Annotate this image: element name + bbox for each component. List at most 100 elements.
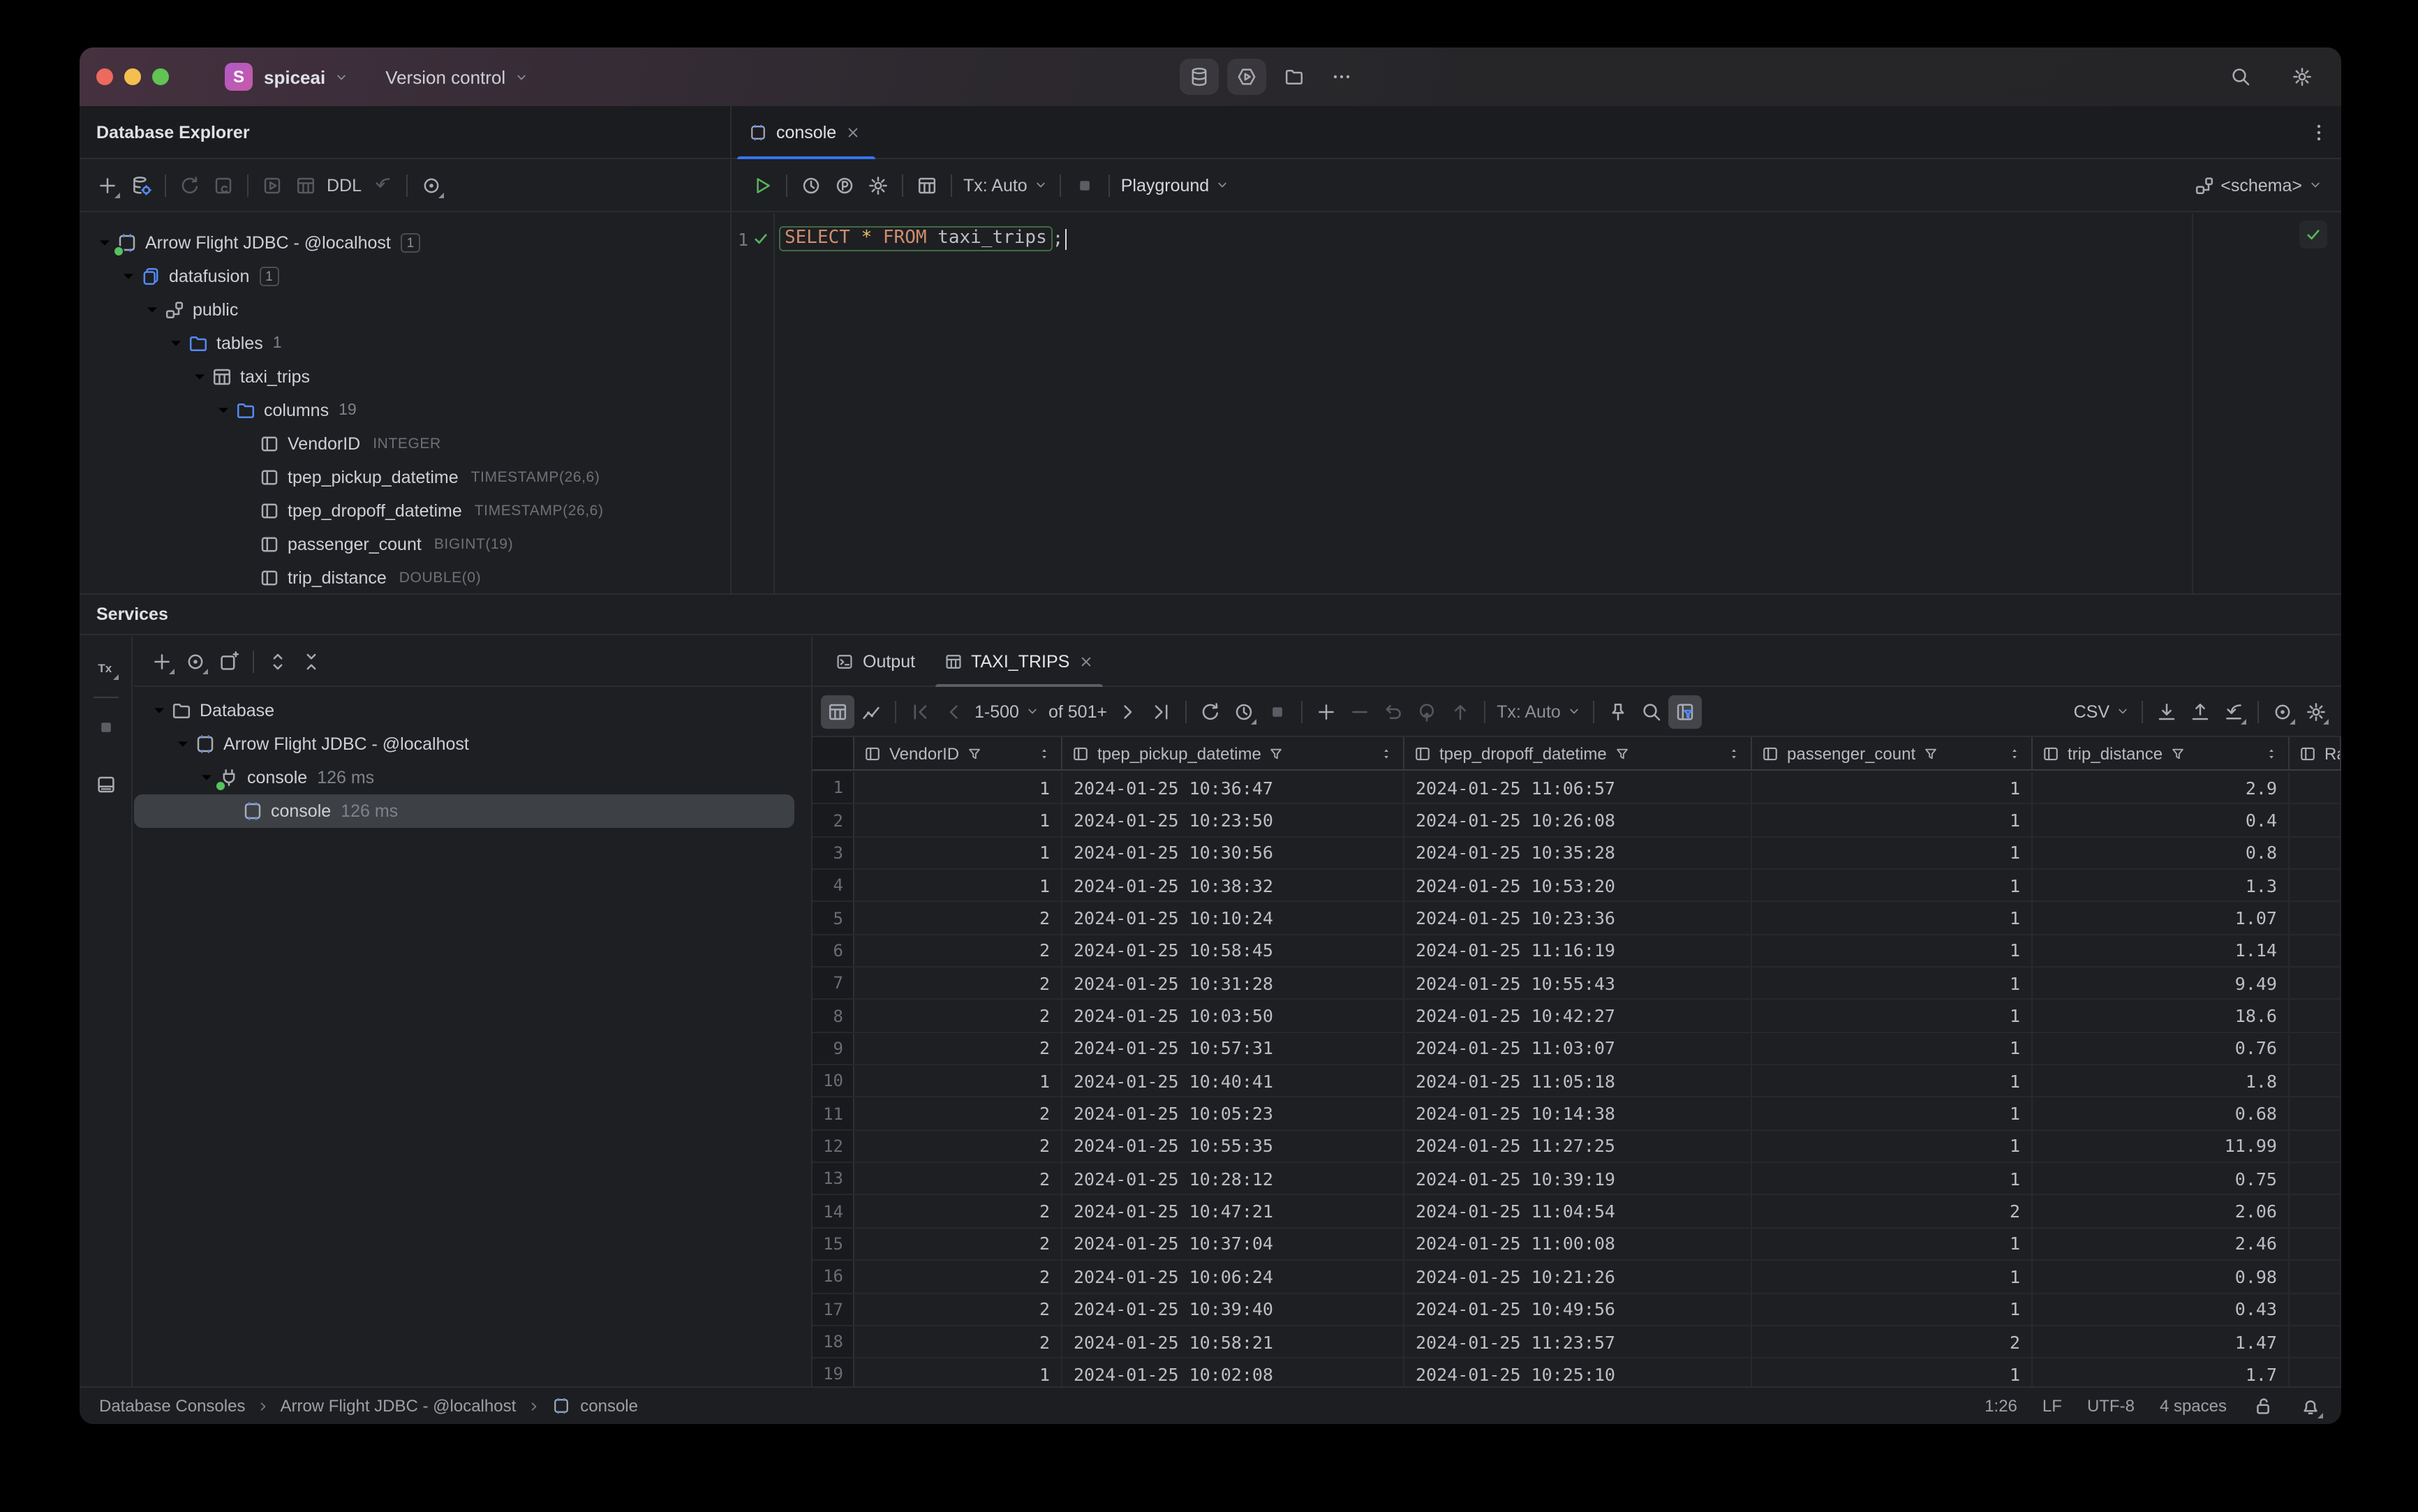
row-number[interactable]: 13 (813, 1163, 854, 1194)
grid-cell[interactable]: 2 (854, 1326, 1062, 1358)
grid-cell[interactable]: 1 (854, 1358, 1062, 1386)
tree-item-database[interactable]: Database (134, 694, 811, 727)
schema-select[interactable]: <schema> (2188, 168, 2327, 202)
tree-item-taxi-trips[interactable]: taxi_trips (80, 360, 730, 394)
bell-icon[interactable] (2299, 1395, 2323, 1418)
page-size-select[interactable]: 1-500 (970, 695, 1044, 728)
line-ending-widget[interactable]: LF (2042, 1396, 2062, 1416)
grid-cell[interactable] (2290, 1294, 2341, 1325)
grid-cell[interactable] (2290, 902, 2341, 934)
revert-button[interactable] (1377, 695, 1410, 728)
grid-cell[interactable]: 11.99 (2033, 1130, 2290, 1162)
grid-cell[interactable]: 2 (854, 968, 1062, 999)
tree-item-console[interactable]: console 126 ms (134, 794, 794, 828)
grid-cell[interactable] (2290, 1358, 2341, 1386)
auto-refresh-button[interactable] (1227, 695, 1261, 728)
tree-item-tables[interactable]: tables 1 (80, 327, 730, 360)
column-header-rate[interactable]: Rate (2290, 737, 2341, 769)
tree-item-vendorid[interactable]: VendorID INTEGER (80, 427, 730, 461)
grid-cell[interactable]: 1.14 (2033, 935, 2290, 967)
row-number[interactable]: 17 (813, 1294, 854, 1325)
find-in-grid-button[interactable] (1635, 695, 1668, 728)
tree-item-datafusion[interactable]: datafusion 1 (80, 260, 730, 293)
grid-cell[interactable]: 2024-01-25 10:05:23 (1062, 1097, 1404, 1129)
grid-cell[interactable]: 2024-01-25 10:30:56 (1062, 837, 1404, 869)
grid-cell[interactable]: 0.43 (2033, 1294, 2290, 1325)
grid-cell[interactable]: 2024-01-25 10:36:47 (1062, 772, 1404, 803)
grid-cell[interactable] (2290, 1032, 2341, 1065)
row-number[interactable]: 15 (813, 1228, 854, 1260)
close-icon[interactable] (1078, 653, 1095, 669)
export-format-select[interactable]: CSV (2070, 695, 2135, 728)
grid-cell[interactable]: 2 (1752, 1326, 2033, 1358)
grid-cell[interactable]: 2024-01-25 11:03:07 (1404, 1032, 1752, 1065)
grid-cell[interactable] (2290, 772, 2341, 803)
chevron-down-icon[interactable] (188, 366, 211, 388)
row-number[interactable]: 3 (813, 837, 854, 869)
grid-view-button[interactable] (821, 695, 854, 728)
reload-data-button[interactable] (1194, 695, 1227, 728)
grid-cell[interactable]: 1 (854, 1065, 1062, 1097)
row-number[interactable]: 16 (813, 1261, 854, 1292)
sortud-icon[interactable] (1036, 745, 1053, 762)
sortud-icon[interactable] (2263, 745, 2280, 762)
grid-cell[interactable] (2290, 1261, 2341, 1292)
grid-cell[interactable]: 1 (1752, 1294, 2033, 1325)
grid-cell[interactable]: 0.98 (2033, 1261, 2290, 1292)
row-number[interactable]: 18 (813, 1326, 854, 1358)
grid-cell[interactable]: 1 (1752, 870, 2033, 901)
row-number[interactable]: 11 (813, 1097, 854, 1129)
tree-item-trip-distance[interactable]: trip_distance DOUBLE(0) (80, 561, 730, 593)
row-number[interactable]: 7 (813, 968, 854, 999)
grid-cell[interactable]: 1 (854, 870, 1062, 901)
grid-cell[interactable]: 2024-01-25 11:23:57 (1404, 1326, 1752, 1358)
grid-cell[interactable]: 2.46 (2033, 1228, 2290, 1260)
more-tools-button[interactable] (1322, 59, 1361, 95)
inspection-widget[interactable] (2299, 221, 2327, 249)
grid-cell[interactable]: 2024-01-25 10:53:20 (1404, 870, 1752, 901)
sql-editor[interactable]: 1 SELECT * FROM taxi_trips; (732, 214, 2341, 593)
tx-mode-select[interactable]: Tx: Auto (1492, 695, 1586, 728)
grid-cell[interactable] (2290, 1130, 2341, 1162)
tree-item-tpep-dropoff-datetime[interactable]: tpep_dropoff_datetime TIMESTAMP(26,6) (80, 494, 730, 528)
tree-item-arrow-flight-jdbc-localhost[interactable]: Arrow Flight JDBC - @localhost (134, 727, 811, 761)
grid-cell[interactable]: 2024-01-25 10:49:56 (1404, 1294, 1752, 1325)
zoom-window-button[interactable] (152, 68, 169, 85)
grid-cell[interactable]: 2024-01-25 10:57:31 (1062, 1032, 1404, 1065)
ide-settings-button[interactable] (2283, 59, 2322, 95)
grid-cell[interactable]: 2024-01-25 10:31:28 (1062, 968, 1404, 999)
grid-cell[interactable] (2290, 804, 2341, 836)
grid-cell[interactable]: 2 (1752, 1195, 2033, 1227)
vcs-widget[interactable]: Version control (385, 66, 505, 87)
grid-cell[interactable]: 2024-01-25 10:39:19 (1404, 1163, 1752, 1194)
grid-cell[interactable]: 2 (854, 1097, 1062, 1129)
grid-cell[interactable]: 1 (1752, 902, 2033, 934)
collapse-all-button[interactable] (295, 644, 328, 678)
grid-cell[interactable]: 1 (1752, 968, 2033, 999)
grid-cell[interactable]: 2024-01-25 11:00:08 (1404, 1228, 1752, 1260)
grid-cell[interactable]: 2.9 (2033, 772, 2290, 803)
commit-button[interactable] (1444, 695, 1477, 728)
last-page-button[interactable] (1145, 695, 1178, 728)
tree-item-console[interactable]: console 126 ms (134, 761, 811, 794)
grid-cell[interactable]: 18.6 (2033, 1000, 2290, 1032)
grid-cell[interactable]: 0.68 (2033, 1097, 2290, 1129)
row-number[interactable]: 4 (813, 870, 854, 901)
chevron-down-icon[interactable] (141, 299, 163, 321)
query-history-button[interactable] (794, 168, 828, 202)
select-opened-element-button[interactable] (415, 168, 448, 202)
sortud-icon[interactable] (1726, 745, 1742, 762)
minimize-window-button[interactable] (124, 68, 141, 85)
tree-item-public[interactable]: public (80, 293, 730, 327)
grid-cell[interactable]: 2024-01-25 10:47:21 (1062, 1195, 1404, 1227)
grid-cell[interactable]: 2024-01-25 10:23:50 (1062, 804, 1404, 836)
tree-item-columns[interactable]: columns 19 (80, 394, 730, 427)
grid-cell[interactable]: 2 (854, 1130, 1062, 1162)
close-window-button[interactable] (96, 68, 113, 85)
breadcrumb-item[interactable]: Arrow Flight JDBC - @localhost (280, 1396, 516, 1416)
unlock-icon[interactable] (2252, 1395, 2274, 1417)
refresh-button[interactable] (173, 168, 207, 202)
row-number[interactable]: 1 (813, 772, 854, 803)
column-header-trip_distance[interactable]: trip_distance (2033, 737, 2290, 769)
grid-cell[interactable] (2290, 1000, 2341, 1032)
